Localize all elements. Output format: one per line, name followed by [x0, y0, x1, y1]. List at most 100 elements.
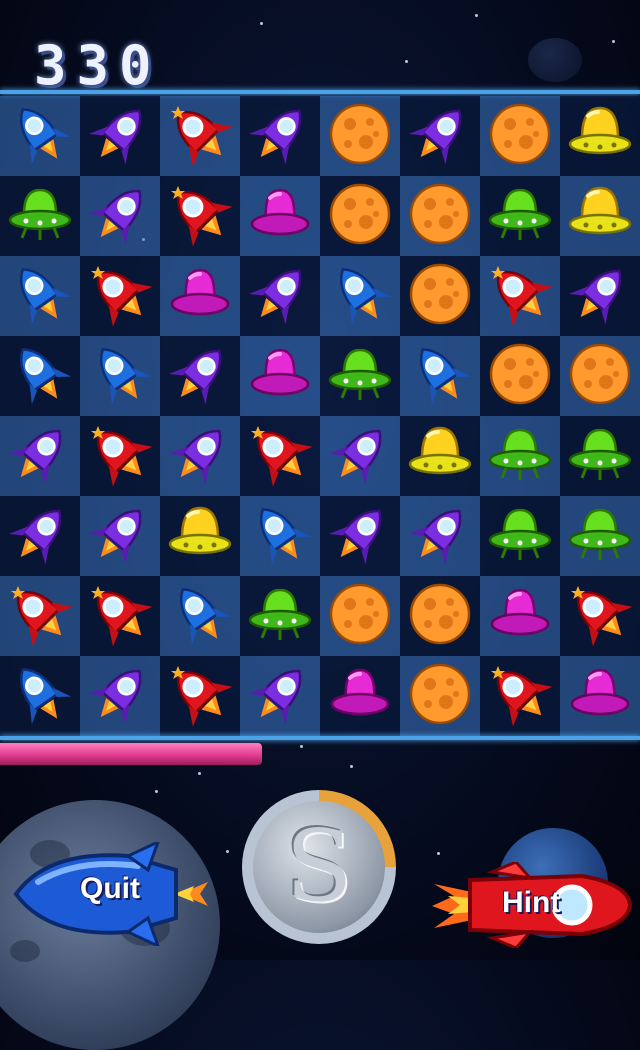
orange-asteroid-icon	[406, 260, 474, 332]
board-cell[interactable]	[160, 576, 240, 656]
board-cell[interactable]	[80, 576, 160, 656]
timer-bar-fill	[0, 743, 263, 765]
blue-rocket-icon	[86, 340, 154, 412]
board-cell[interactable]	[240, 96, 320, 176]
game-board	[0, 96, 640, 736]
purple-rocket-icon	[326, 500, 394, 572]
board-cell[interactable]	[560, 96, 640, 176]
board-cell[interactable]	[560, 336, 640, 416]
board-cell[interactable]	[0, 656, 80, 736]
green-ufo-icon	[246, 580, 314, 652]
board-cell[interactable]	[240, 176, 320, 256]
purple-rocket-icon	[86, 180, 154, 252]
red-rocket-icon	[166, 180, 234, 252]
board-cell[interactable]	[400, 416, 480, 496]
green-ufo-icon	[486, 420, 554, 492]
board-cell[interactable]	[560, 256, 640, 336]
board-cell[interactable]	[480, 256, 560, 336]
board-cell[interactable]	[80, 496, 160, 576]
board-cell[interactable]	[480, 176, 560, 256]
yellow-ufo-icon	[406, 420, 474, 492]
board-cell[interactable]	[0, 176, 80, 256]
board-cell[interactable]	[480, 96, 560, 176]
board-cell[interactable]	[160, 336, 240, 416]
purple-rocket-icon	[246, 100, 314, 172]
hint-label: Hint	[502, 886, 561, 919]
board-cell[interactable]	[160, 656, 240, 736]
board-cell[interactable]	[400, 256, 480, 336]
board-cell[interactable]	[160, 96, 240, 176]
board-cell[interactable]	[160, 176, 240, 256]
orange-asteroid-icon	[486, 340, 554, 412]
board-cell[interactable]	[320, 416, 400, 496]
board-cell[interactable]	[320, 656, 400, 736]
pink-ufo-icon	[166, 260, 234, 332]
hint-button[interactable]: Hint	[432, 860, 633, 950]
timer-bar	[0, 743, 640, 767]
board-cell[interactable]	[480, 496, 560, 576]
board-cell[interactable]	[320, 176, 400, 256]
board-cell[interactable]	[160, 256, 240, 336]
board-cell[interactable]	[0, 256, 80, 336]
board-cell[interactable]	[400, 336, 480, 416]
purple-rocket-icon	[6, 500, 74, 572]
board-cell[interactable]	[160, 496, 240, 576]
purple-rocket-icon	[166, 340, 234, 412]
purple-rocket-icon	[246, 260, 314, 332]
yellow-ufo-icon	[566, 100, 634, 172]
orange-asteroid-icon	[326, 180, 394, 252]
board-cell[interactable]	[240, 416, 320, 496]
board-cell[interactable]	[480, 336, 560, 416]
board-cell[interactable]	[320, 256, 400, 336]
board-cell[interactable]	[160, 416, 240, 496]
board-cell[interactable]	[560, 176, 640, 256]
board-cell[interactable]	[480, 656, 560, 736]
orange-asteroid-icon	[486, 100, 554, 172]
coin-button[interactable]: S	[242, 790, 396, 944]
purple-rocket-icon	[406, 100, 474, 172]
board-cell[interactable]	[240, 496, 320, 576]
board-cell[interactable]	[320, 576, 400, 656]
board-cell[interactable]	[240, 336, 320, 416]
board-cell[interactable]	[0, 336, 80, 416]
board-cell[interactable]	[560, 576, 640, 656]
board-cell[interactable]	[320, 336, 400, 416]
blue-rocket-icon	[6, 340, 74, 412]
board-cell[interactable]	[80, 336, 160, 416]
board-cell[interactable]	[400, 176, 480, 256]
board-cell[interactable]	[240, 576, 320, 656]
quit-label: Quit	[80, 872, 140, 905]
board-cell[interactable]	[400, 576, 480, 656]
red-rocket-icon	[166, 100, 234, 172]
red-rocket-icon	[486, 660, 554, 732]
board-cell[interactable]	[80, 656, 160, 736]
blue-rocket-icon	[6, 260, 74, 332]
board-cell[interactable]	[80, 96, 160, 176]
board-cell[interactable]	[240, 256, 320, 336]
board-cell[interactable]	[560, 416, 640, 496]
board-cell[interactable]	[400, 96, 480, 176]
board-cell[interactable]	[240, 656, 320, 736]
quit-button[interactable]: Quit	[8, 839, 218, 949]
board-cell[interactable]	[560, 656, 640, 736]
board-cell[interactable]	[320, 496, 400, 576]
board-cell[interactable]	[80, 416, 160, 496]
board-cell[interactable]	[480, 576, 560, 656]
yellow-ufo-icon	[166, 500, 234, 572]
board-cell[interactable]	[80, 176, 160, 256]
board-cell[interactable]	[480, 416, 560, 496]
board-cell[interactable]	[80, 256, 160, 336]
red-rocket-icon	[86, 580, 154, 652]
board-cell[interactable]	[400, 656, 480, 736]
board-cell[interactable]	[0, 416, 80, 496]
board-cell[interactable]	[560, 496, 640, 576]
board-cell[interactable]	[0, 496, 80, 576]
board-cell[interactable]	[0, 576, 80, 656]
board-cell[interactable]	[400, 496, 480, 576]
board-cell[interactable]	[320, 96, 400, 176]
blue-rocket-icon	[6, 660, 74, 732]
orange-asteroid-icon	[406, 180, 474, 252]
background-planet	[528, 38, 582, 82]
dollar-icon: S	[253, 801, 385, 933]
board-cell[interactable]	[0, 96, 80, 176]
